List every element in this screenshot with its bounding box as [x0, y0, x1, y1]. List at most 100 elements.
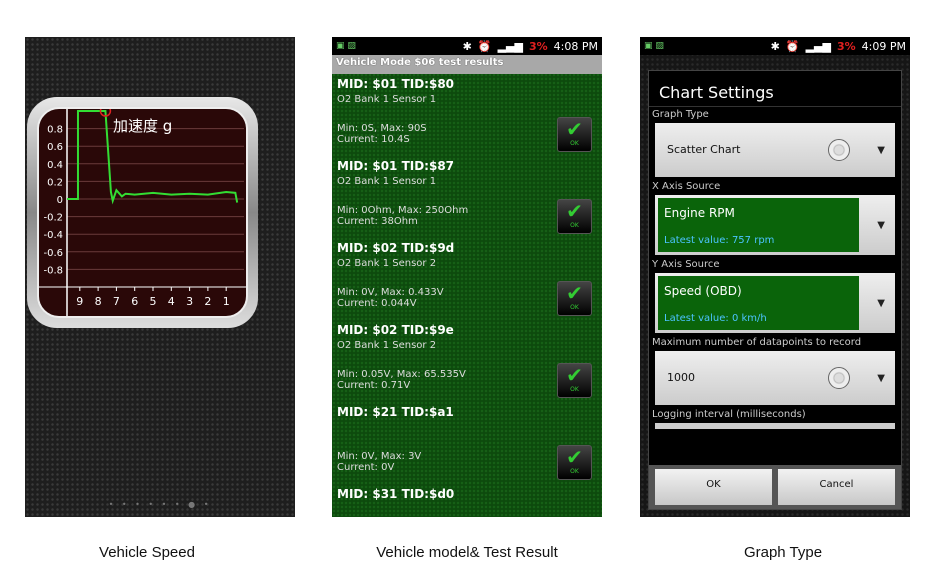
- test-range: Min: 0V, Max: 0.433V: [337, 287, 444, 298]
- dropdown-arrow-icon[interactable]: ▼: [877, 373, 885, 384]
- ok-label: OK: [570, 222, 579, 229]
- x-tick-label: 6: [131, 295, 138, 308]
- y-axis-label: Y Axis Source: [652, 259, 720, 270]
- test-result-item[interactable]: MID: $31 TID:$d0: [332, 484, 602, 517]
- caption-graph-type: Graph Type: [743, 544, 823, 561]
- caption-vehicle-speed: Vehicle Speed: [99, 544, 195, 561]
- y-tick-label: 0.6: [47, 142, 63, 153]
- clock: 4:08 PM: [553, 39, 598, 53]
- y-tick-label: 0.2: [47, 177, 63, 188]
- test-current: Current: 0V: [337, 462, 395, 473]
- test-result-item[interactable]: MID: $21 TID:$a1 Min: 0V, Max: 3V Current…: [332, 402, 602, 484]
- ok-check-icon: ✔ OK: [557, 281, 592, 316]
- test-range: Min: 0V, Max: 3V: [337, 451, 422, 462]
- page-indicator[interactable]: • • • • • • ● •: [25, 500, 295, 509]
- x-axis-latest: Latest value: 757 rpm: [664, 235, 775, 246]
- graph-type-value: Scatter Chart: [667, 143, 741, 156]
- x-tick-label: 2: [204, 295, 211, 308]
- test-id: MID: $02 TID:$9e: [337, 323, 454, 337]
- status-bar: ▣ ▨ ✱ ⏰ ▂▄▆ 3% 4:09 PM: [640, 37, 910, 55]
- logging-interval-label: Logging interval (milliseconds): [652, 409, 806, 420]
- test-id: MID: $21 TID:$a1: [337, 405, 454, 419]
- gauge-bezel: 0.8 0.6 0.4 0.2 0 -0.2 -0.4 -0.6 -0.8 9 8 7 6 5 4 3 2 1 加速…: [27, 97, 258, 328]
- x-tick-label: 7: [113, 295, 120, 308]
- y-tick-label: 0.4: [47, 160, 63, 171]
- test-result-item[interactable]: MID: $01 TID:$87 O2 Bank 1 Sensor 1 Min:…: [332, 156, 602, 238]
- dropdown-arrow-icon[interactable]: ▼: [877, 145, 885, 156]
- x-tick-label: 9: [76, 295, 83, 308]
- caption-test-result: Vehicle model& Test Result: [376, 544, 558, 561]
- y-tick-label: -0.8: [43, 265, 63, 276]
- bluetooth-icon: ✱: [770, 39, 780, 53]
- x-tick-label: 4: [168, 295, 175, 308]
- test-range: Min: 0.05V, Max: 65.535V: [337, 369, 466, 380]
- ok-check-icon: ✔ OK: [557, 117, 592, 152]
- graph-type-screen: ▣ ▨ ✱ ⏰ ▂▄▆ 3% 4:09 PM Chart Settings Gr…: [640, 37, 910, 517]
- radio-icon[interactable]: [828, 139, 850, 161]
- ok-check-icon: ✔ OK: [557, 199, 592, 234]
- max-points-select[interactable]: 1000 ▼: [655, 351, 895, 405]
- x-tick-label: 8: [95, 295, 102, 308]
- y-tick-label: 0: [57, 195, 63, 206]
- ok-label: OK: [570, 468, 579, 475]
- ok-label: OK: [570, 304, 579, 311]
- radio-icon[interactable]: [828, 367, 850, 389]
- test-id: MID: $31 TID:$d0: [337, 487, 455, 501]
- dropdown-arrow-icon[interactable]: ▼: [877, 220, 885, 231]
- dropdown-arrow-icon[interactable]: ▼: [877, 298, 885, 309]
- logging-interval-field[interactable]: [655, 423, 895, 429]
- test-result-item[interactable]: MID: $02 TID:$9e O2 Bank 1 Sensor 2 Min:…: [332, 320, 602, 402]
- x-axis-select[interactable]: Engine RPM Latest value: 757 rpm ▼: [655, 195, 895, 255]
- test-id: MID: $01 TID:$87: [337, 159, 455, 173]
- ok-check-icon: ✔ OK: [557, 363, 592, 398]
- test-result-item[interactable]: MID: $01 TID:$80 O2 Bank 1 Sensor 1 Min:…: [332, 74, 602, 156]
- sensor-name: O2 Bank 1 Sensor 2: [337, 258, 437, 269]
- bluetooth-icon: ✱: [462, 39, 472, 53]
- y-tick-label: -0.6: [43, 248, 63, 259]
- test-current: Current: 38Ohm: [337, 216, 418, 227]
- signal-icon: ▂▄▆: [805, 39, 831, 53]
- y-axis-latest: Latest value: 0 km/h: [664, 313, 767, 324]
- battery-level: 3%: [836, 39, 856, 53]
- alarm-icon: ⏰: [785, 39, 800, 53]
- dialog-title: Chart Settings: [649, 71, 901, 107]
- ok-label: OK: [570, 386, 579, 393]
- clock: 4:09 PM: [861, 39, 906, 53]
- ok-label: OK: [570, 140, 579, 147]
- x-tick-label: 5: [150, 295, 157, 308]
- test-result-item[interactable]: MID: $02 TID:$9d O2 Bank 1 Sensor 2 Min:…: [332, 238, 602, 320]
- battery-level: 3%: [528, 39, 548, 53]
- status-bar: ▣ ▨ ✱ ⏰ ▂▄▆ 3% 4:08 PM: [332, 37, 602, 55]
- vehicle-speed-screen: 0.8 0.6 0.4 0.2 0 -0.2 -0.4 -0.6 -0.8 9 8 7 6 5 4 3 2 1 加速…: [25, 37, 295, 517]
- y-tick-label: 0.8: [47, 125, 63, 136]
- acceleration-chart: 0.8 0.6 0.4 0.2 0 -0.2 -0.4 -0.6 -0.8 9 8 7 6 5 4 3 2 1 加速…: [37, 107, 248, 318]
- x-tick-label: 3: [186, 295, 193, 308]
- screen-title: Vehicle Mode $06 test results: [332, 55, 602, 74]
- test-id: MID: $01 TID:$80: [337, 77, 455, 91]
- sensor-name: O2 Bank 1 Sensor 2: [337, 340, 437, 351]
- test-range: Min: 0Ohm, Max: 250Ohm: [337, 205, 469, 216]
- test-current: Current: 0.71V: [337, 380, 411, 391]
- test-results-screen: ▣ ▨ ✱ ⏰ ▂▄▆ 3% 4:08 PM Vehicle Mode $06 …: [332, 37, 602, 517]
- test-current: Current: 10.4S: [337, 134, 410, 145]
- max-points-value: 1000: [667, 371, 695, 384]
- y-tick-label: -0.4: [43, 230, 63, 241]
- y-tick-label: -0.2: [43, 213, 63, 224]
- chart-title: 加速度 g: [113, 117, 172, 135]
- ok-button[interactable]: OK: [655, 469, 772, 505]
- cancel-button[interactable]: Cancel: [778, 469, 895, 505]
- y-axis-value: Speed (OBD): [664, 284, 742, 298]
- y-axis-select[interactable]: Speed (OBD) Latest value: 0 km/h ▼: [655, 273, 895, 333]
- test-range: Min: 0S, Max: 90S: [337, 123, 427, 134]
- signal-icon: ▂▄▆: [497, 39, 523, 53]
- graph-type-select[interactable]: Scatter Chart ▼: [655, 123, 895, 177]
- obd-app-icon: ▣ ▨: [336, 41, 356, 51]
- test-id: MID: $02 TID:$9d: [337, 241, 455, 255]
- test-current: Current: 0.044V: [337, 298, 417, 309]
- max-points-label: Maximum number of datapoints to record: [652, 337, 862, 348]
- chart-settings-dialog: Chart Settings Graph Type Scatter Chart …: [648, 70, 902, 510]
- ok-check-icon: ✔ OK: [557, 445, 592, 480]
- x-tick-label: 1: [223, 295, 230, 308]
- x-axis-value: Engine RPM: [664, 206, 735, 220]
- obd-app-icon: ▣ ▨: [644, 41, 664, 51]
